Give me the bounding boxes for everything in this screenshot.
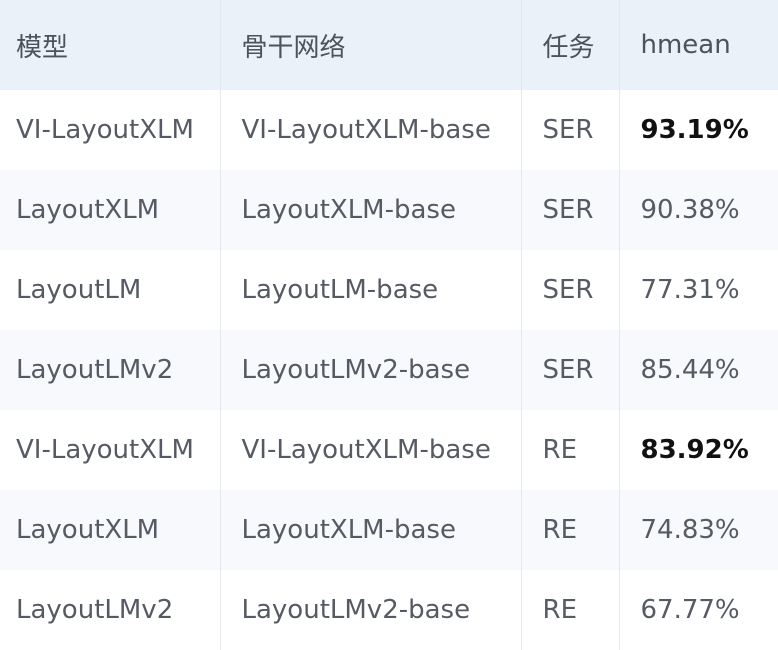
cell-hmean: 90.38% — [640, 195, 740, 225]
cell-task: SER — [521, 170, 620, 250]
cell-model: LayoutXLM — [0, 490, 221, 570]
cell-task: SER — [521, 90, 620, 170]
cell-task: RE — [521, 490, 620, 570]
table-header: 模型 骨干网络 任务 hmean — [0, 0, 778, 90]
table-row: LayoutLM LayoutLM-base SER 77.31% — [0, 250, 778, 330]
cell-model: LayoutLMv2 — [0, 570, 221, 650]
header-backbone: 骨干网络 — [220, 0, 522, 90]
header-task: 任务 — [521, 0, 620, 90]
table-row: LayoutXLM LayoutXLM-base RE 74.83% — [0, 490, 778, 570]
table-row: VI-LayoutXLM VI-LayoutXLM-base RE 83.92% — [0, 410, 778, 490]
cell-hmean-best: 93.19% — [640, 115, 749, 145]
cell-hmean: 74.83% — [640, 515, 740, 545]
cell-backbone: LayoutLMv2-base — [220, 570, 522, 650]
table-row: LayoutXLM LayoutXLM-base SER 90.38% — [0, 170, 778, 250]
header-model: 模型 — [0, 0, 221, 90]
cell-task: SER — [521, 330, 620, 410]
cell-backbone: LayoutLMv2-base — [220, 330, 522, 410]
cell-backbone: VI-LayoutXLM-base — [220, 90, 522, 170]
results-table: 模型 骨干网络 任务 hmean VI-LayoutXLM VI-LayoutX… — [0, 0, 778, 650]
header-hmean: hmean — [640, 30, 731, 60]
table-row: LayoutLMv2 LayoutLMv2-base RE 67.77% — [0, 570, 778, 650]
table-row: VI-LayoutXLM VI-LayoutXLM-base SER 93.19… — [0, 90, 778, 170]
cell-backbone: LayoutLM-base — [220, 250, 522, 330]
cell-model: VI-LayoutXLM — [0, 90, 221, 170]
cell-task: RE — [521, 410, 620, 490]
cell-model: VI-LayoutXLM — [0, 410, 221, 490]
cell-backbone: VI-LayoutXLM-base — [220, 410, 522, 490]
cell-hmean: 77.31% — [640, 275, 740, 305]
cell-task: SER — [521, 250, 620, 330]
header-row: 模型 骨干网络 任务 hmean — [0, 0, 778, 90]
table-row: LayoutLMv2 LayoutLMv2-base SER 85.44% — [0, 330, 778, 410]
cell-model: LayoutLMv2 — [0, 330, 221, 410]
table-body: VI-LayoutXLM VI-LayoutXLM-base SER 93.19… — [0, 90, 778, 650]
cell-hmean-best: 83.92% — [640, 435, 749, 465]
cell-model: LayoutXLM — [0, 170, 221, 250]
cell-hmean: 85.44% — [640, 355, 740, 385]
cell-task: RE — [521, 570, 620, 650]
cell-hmean: 67.77% — [640, 595, 740, 625]
cell-model: LayoutLM — [0, 250, 221, 330]
cell-backbone: LayoutXLM-base — [220, 490, 522, 570]
cell-backbone: LayoutXLM-base — [220, 170, 522, 250]
